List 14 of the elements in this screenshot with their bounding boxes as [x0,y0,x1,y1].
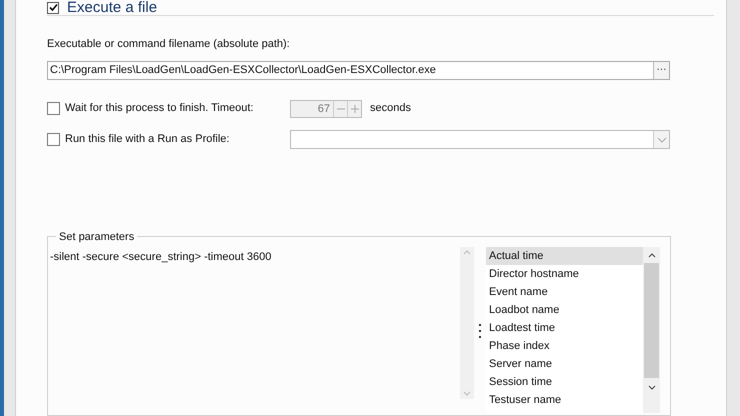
section-title: Execute a file [67,0,158,15]
checkbox-label: Wait for this process to finish. Timeout: [65,101,254,116]
filename-field[interactable]: C:\Program Files\LoadGen\LoadGen-ESXCollector\LoadGen-ESXCollector.exe ··· [47,60,670,80]
profile-dropdown[interactable] [290,130,670,148]
checkbox-label: Run this file with a Run as Profile: [65,132,230,147]
checkbox[interactable] [47,132,60,146]
unit-label: seconds [370,101,411,116]
browse-button[interactable]: ··· [653,62,669,78]
list-item[interactable]: Actual time [486,246,643,264]
scrollbar[interactable] [643,246,660,412]
field-label: Executable or command filename (absolute path): [47,37,290,52]
parameters-field[interactable]: -silent -secure <secure_string> -timeout 3600 [50,248,272,265]
scrollbar-thumb[interactable] [644,262,659,378]
checkbox[interactable] [47,2,59,14]
